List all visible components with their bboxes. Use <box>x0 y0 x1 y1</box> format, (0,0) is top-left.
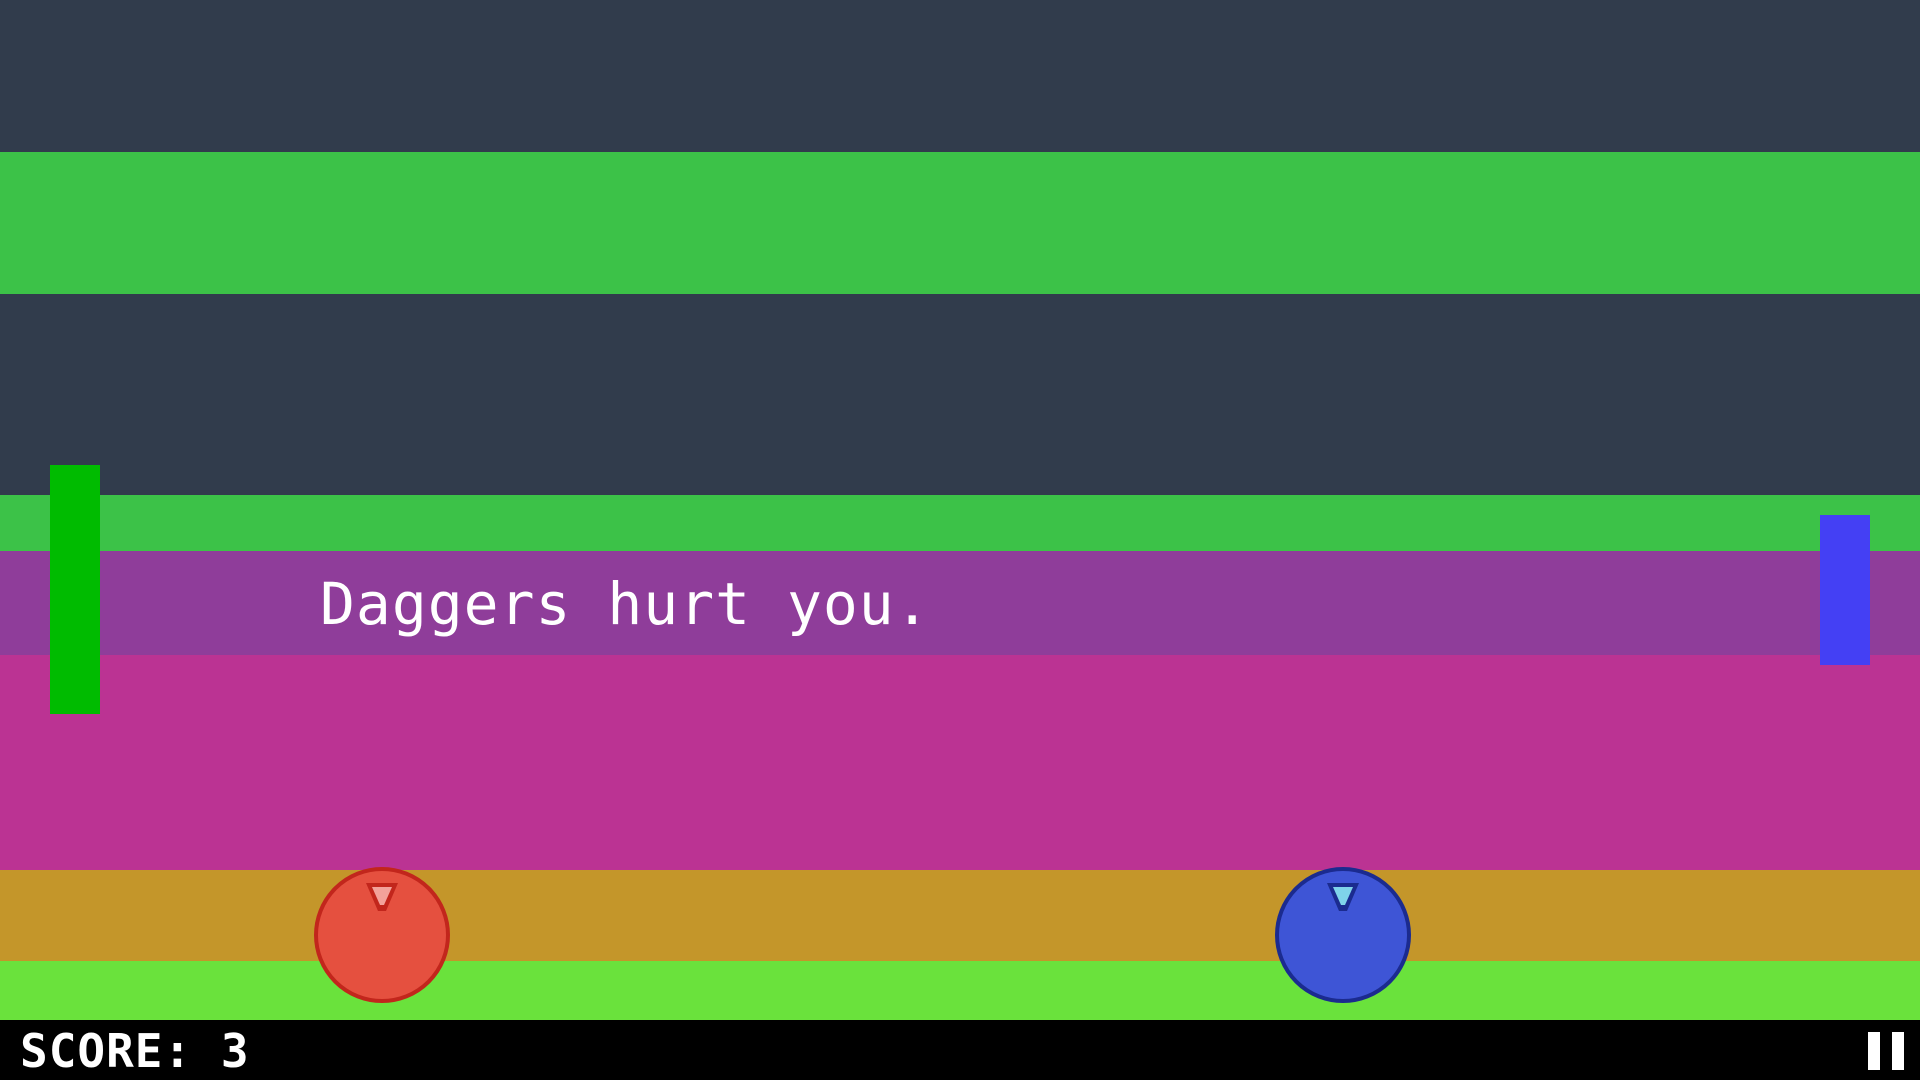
game-message: Daggers hurt you. <box>320 570 931 638</box>
magenta-band <box>0 655 1920 870</box>
blue-ball[interactable] <box>1273 865 1413 1005</box>
red-ball[interactable] <box>312 865 452 1005</box>
pause-icon[interactable] <box>1868 1032 1904 1070</box>
lime-band <box>0 961 1920 1020</box>
right-paddle <box>1820 515 1870 665</box>
gold-band <box>0 870 1920 961</box>
hud-bar: SCORE: 3 <box>0 1020 1920 1080</box>
score-label: SCORE: 3 <box>20 1024 250 1078</box>
green-band-lower <box>0 495 1920 551</box>
dark-band-middle <box>0 294 1920 495</box>
purple-band <box>0 551 1920 655</box>
sky-band-top <box>0 0 1920 152</box>
green-band-upper <box>0 152 1920 294</box>
left-paddle <box>50 465 100 714</box>
